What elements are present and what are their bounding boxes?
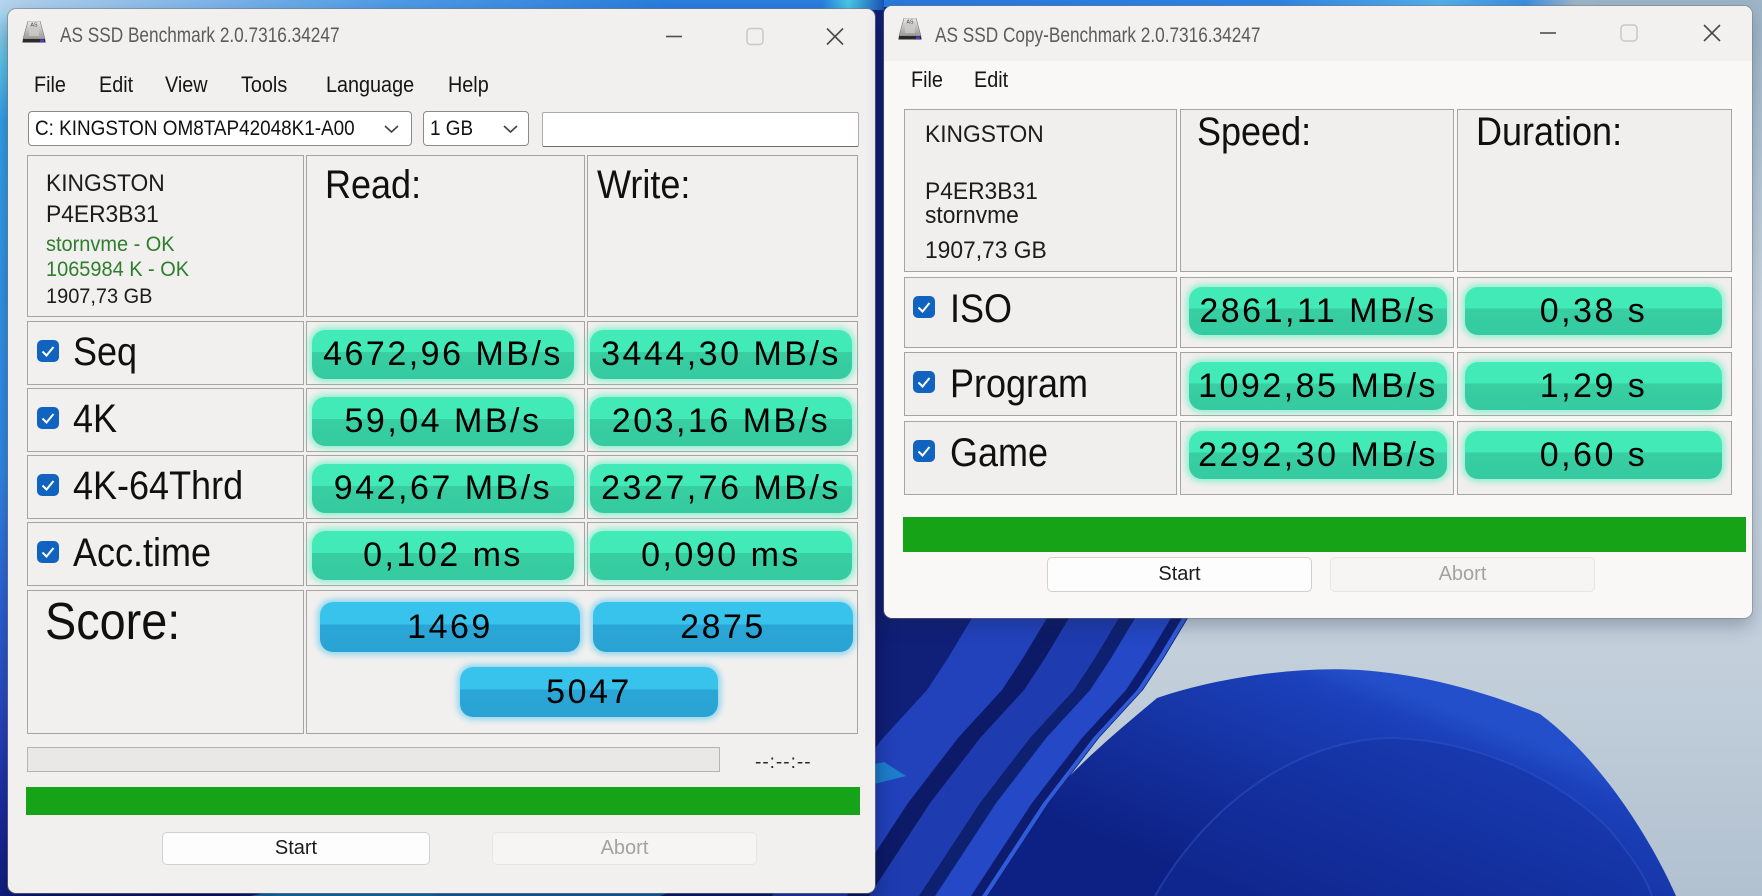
svg-text:AS: AS	[907, 20, 914, 26]
svg-text:AS: AS	[31, 23, 38, 29]
